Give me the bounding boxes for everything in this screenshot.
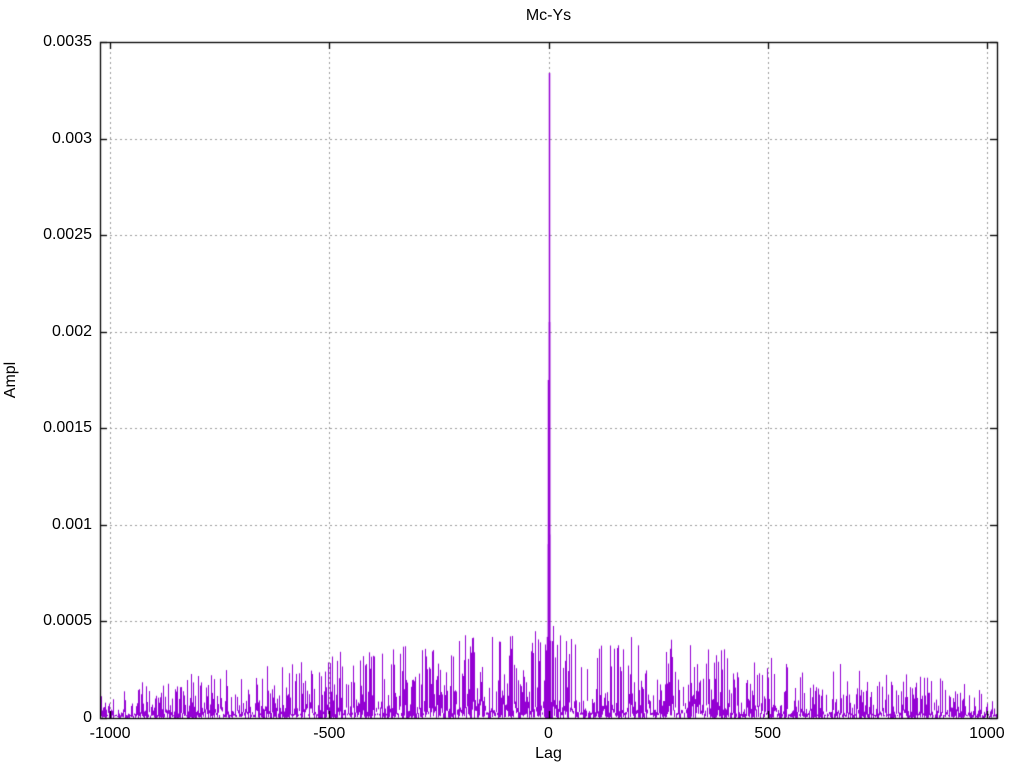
chart-title: Mc-Ys — [525, 7, 572, 24]
y-tick-label: 0.003 — [51, 129, 92, 147]
x-axis-label: Lag — [535, 745, 562, 762]
y-tick-label: 0.0015 — [43, 419, 92, 437]
x-tick-label: 500 — [754, 725, 782, 742]
y-tick-label: 0.0025 — [43, 226, 92, 244]
y-tick-label: 0.0035 — [43, 33, 92, 50]
y-tick-label: 0.001 — [51, 515, 92, 533]
x-tick-label: -1000 — [89, 725, 131, 742]
plot-canvas — [0, 0, 1024, 768]
x-tick-label: 1000 — [969, 725, 1005, 742]
y-axis-label: Ampl — [2, 361, 19, 399]
x-tick-label: -500 — [313, 725, 346, 742]
correlation-chart: Mc-Ys Lag Ampl 0 0.0005 0.001 0.0015 0.002 0.… — [0, 0, 1024, 768]
y-tick-label: 0.0005 — [43, 612, 92, 630]
x-tick-label: 0 — [544, 725, 553, 742]
y-tick-label: 0.002 — [51, 322, 92, 340]
